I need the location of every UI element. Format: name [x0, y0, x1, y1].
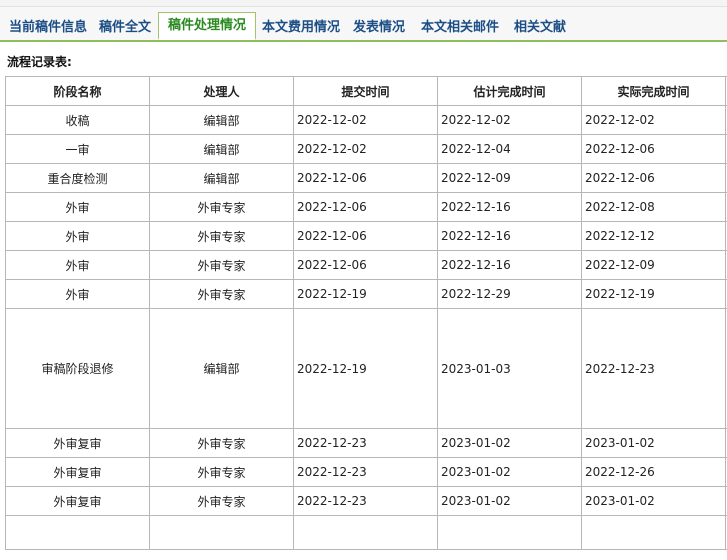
tab-publication-status[interactable]: 发表情况	[353, 16, 405, 36]
table-row: 一审 编辑部 2022-12-02 2022-12-04 2022-12-06	[5, 134, 727, 164]
cell-stage: 审稿阶段退修	[5, 308, 150, 429]
cell-actual: 2022-12-09	[581, 250, 726, 280]
cell-handler: 外审专家	[149, 457, 294, 487]
header-stage-name: 阶段名称	[5, 76, 150, 106]
cell-estimated: 2023-01-02	[437, 457, 582, 487]
cell-submit: 2022-12-19	[293, 308, 438, 429]
cell-submit: 2022-12-23	[293, 486, 438, 516]
cell-handler: 外审专家	[149, 428, 294, 458]
cell-stage: 外审	[5, 250, 150, 280]
cell-handler: 外审专家	[149, 221, 294, 251]
table-row: 外审复审 外审专家 2022-12-23 2023-01-02 2023-01-…	[5, 428, 727, 458]
cell-estimated: 2022-12-09	[437, 163, 582, 193]
cell-stage: 外审	[5, 192, 150, 222]
cell-actual: 2022-12-06	[581, 163, 726, 193]
cell-handler: 编辑部	[149, 105, 294, 135]
cell-actual: 2022-12-06	[581, 134, 726, 164]
cell-actual: 2022-12-26	[581, 457, 726, 487]
cell-handler: 外审专家	[149, 279, 294, 309]
process-record-table: 阶段名称 处理人 提交时间 估计完成时间 实际完成时间 收稿 编辑部 2022-…	[5, 76, 727, 550]
header-handler: 处理人	[149, 76, 294, 106]
tab-full-text[interactable]: 稿件全文	[99, 16, 151, 36]
table-row: 外审复审 外审专家 2022-12-23 2023-01-02 2023-01-…	[5, 486, 727, 516]
cell-actual: 2022-12-19	[581, 279, 726, 309]
cell-handler: 外审专家	[149, 250, 294, 280]
cell-actual: 2022-12-08	[581, 192, 726, 222]
cell-handler: 外审专家	[149, 486, 294, 516]
cell-handler	[149, 515, 294, 550]
table-row: 审稿阶段退修 编辑部 2022-12-19 2023-01-03 2022-12…	[5, 308, 727, 429]
cell-actual: 2022-12-12	[581, 221, 726, 251]
cell-actual	[581, 515, 726, 550]
cell-stage: 外审	[5, 221, 150, 251]
tab-related-emails[interactable]: 本文相关邮件	[421, 16, 499, 36]
cell-submit: 2022-12-06	[293, 221, 438, 251]
cell-estimated: 2023-01-02	[437, 428, 582, 458]
tab-bar: 当前稿件信息 稿件全文 稿件处理情况 本文费用情况 发表情况 本文相关邮件 相关…	[0, 7, 727, 42]
cell-estimated: 2022-12-16	[437, 221, 582, 251]
cell-submit: 2022-12-02	[293, 134, 438, 164]
header-estimated-finish-time: 估计完成时间	[437, 76, 582, 106]
cell-handler: 编辑部	[149, 308, 294, 429]
cell-actual: 2022-12-23	[581, 308, 726, 429]
table-row: 外审 外审专家 2022-12-19 2022-12-29 2022-12-19	[5, 279, 727, 309]
cell-estimated: 2022-12-29	[437, 279, 582, 309]
table-row: 外审 外审专家 2022-12-06 2022-12-16 2022-12-09	[5, 250, 727, 280]
table-header-row: 阶段名称 处理人 提交时间 估计完成时间 实际完成时间	[5, 76, 727, 106]
cell-actual: 2022-12-02	[581, 105, 726, 135]
cell-submit: 2022-12-06	[293, 163, 438, 193]
cell-actual: 2023-01-02	[581, 486, 726, 516]
table-row: 收稿 编辑部 2022-12-02 2022-12-02 2022-12-02	[5, 105, 727, 135]
header-actual-finish-time: 实际完成时间	[581, 76, 726, 106]
cell-stage: 收稿	[5, 105, 150, 135]
table-row	[5, 515, 727, 550]
cell-actual: 2023-01-02	[581, 428, 726, 458]
top-strip	[0, 0, 727, 7]
table-row: 外审复审 外审专家 2022-12-23 2023-01-02 2022-12-…	[5, 457, 727, 487]
process-record-table-wrapper: 阶段名称 处理人 提交时间 估计完成时间 实际完成时间 收稿 编辑部 2022-…	[5, 76, 727, 560]
header-submit-time: 提交时间	[293, 76, 438, 106]
cell-handler: 编辑部	[149, 163, 294, 193]
cell-stage: 外审复审	[5, 457, 150, 487]
cell-estimated: 2023-01-03	[437, 308, 582, 429]
cell-estimated: 2022-12-16	[437, 192, 582, 222]
cell-submit: 2022-12-23	[293, 457, 438, 487]
cell-stage: 一审	[5, 134, 150, 164]
cell-stage: 外审复审	[5, 486, 150, 516]
process-record-title: 流程记录表:	[7, 55, 72, 69]
cell-handler: 编辑部	[149, 134, 294, 164]
cell-submit: 2022-12-19	[293, 279, 438, 309]
cell-stage: 外审复审	[5, 428, 150, 458]
tab-processing-status[interactable]: 稿件处理情况	[158, 12, 257, 40]
cell-submit: 2022-12-23	[293, 428, 438, 458]
cell-stage: 重合度检测	[5, 163, 150, 193]
cell-stage	[5, 515, 150, 550]
cell-stage: 外审	[5, 279, 150, 309]
cell-submit: 2022-12-06	[293, 192, 438, 222]
cell-submit: 2022-12-06	[293, 250, 438, 280]
cell-estimated: 2023-01-02	[437, 486, 582, 516]
cell-handler: 外审专家	[149, 192, 294, 222]
table-row: 外审 外审专家 2022-12-06 2022-12-16 2022-12-12	[5, 221, 727, 251]
cell-estimated	[437, 515, 582, 550]
cell-submit: 2022-12-02	[293, 105, 438, 135]
tab-current-manuscript-info[interactable]: 当前稿件信息	[9, 16, 87, 36]
tab-related-literature[interactable]: 相关文献	[514, 16, 566, 36]
table-row: 外审 外审专家 2022-12-06 2022-12-16 2022-12-08	[5, 192, 727, 222]
table-row: 重合度检测 编辑部 2022-12-06 2022-12-09 2022-12-…	[5, 163, 727, 193]
cell-estimated: 2022-12-04	[437, 134, 582, 164]
cell-estimated: 2022-12-02	[437, 105, 582, 135]
cell-submit	[293, 515, 438, 550]
cell-estimated: 2022-12-16	[437, 250, 582, 280]
tab-fee-status[interactable]: 本文费用情况	[262, 16, 340, 36]
